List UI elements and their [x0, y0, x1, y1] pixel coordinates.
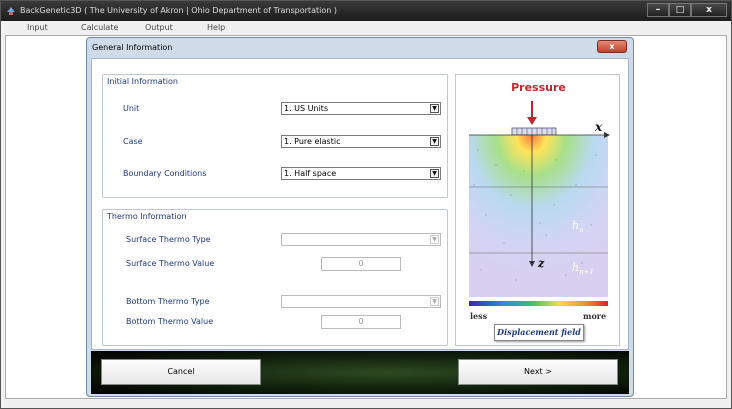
dialog-footer: Cancel Next >	[91, 351, 629, 394]
cancel-button[interactable]: Cancel	[101, 359, 261, 385]
surface-thermo-type-combobox[interactable]: ▼	[281, 233, 441, 246]
menu-help[interactable]: Help	[207, 23, 225, 32]
dialog-close-button[interactable]: x	[597, 40, 627, 53]
bottom-thermo-type-label: Bottom Thermo Type	[126, 297, 210, 306]
z-axis-label: z	[537, 257, 545, 270]
dialog-body: Initial Information Unit 1. US Units ▼ C…	[91, 58, 629, 350]
menubar: Input Calculate Output Help	[1, 21, 731, 35]
status-strip	[1, 399, 731, 408]
case-value: 1. Pure elastic	[284, 137, 341, 146]
menu-calculate[interactable]: Calculate	[81, 23, 118, 32]
pressure-arrowhead	[527, 117, 537, 125]
chevron-down-icon[interactable]: ▼	[430, 235, 439, 244]
bottom-thermo-value-input[interactable]: 0	[321, 315, 401, 329]
thermo-information-group: Thermo Information Surface Thermo Type ▼…	[102, 209, 448, 346]
thermo-information-title: Thermo Information	[107, 212, 187, 221]
case-label: Case	[123, 137, 143, 146]
initial-information-title: Initial Information	[107, 77, 178, 86]
initial-information-group: Initial Information Unit 1. US Units ▼ C…	[102, 74, 448, 198]
dialog-titlebar: General Information x	[87, 38, 633, 58]
chevron-down-icon[interactable]: ▼	[430, 297, 439, 306]
menu-output[interactable]: Output	[145, 23, 173, 32]
load-pad	[511, 127, 557, 136]
scale-less-label: less	[470, 311, 488, 321]
x-axis-label: x	[594, 120, 603, 134]
surface-thermo-value-input[interactable]: 0	[321, 257, 401, 271]
displacement-field-figure: Pressure x z hn hn+1 less more Displacem…	[455, 74, 620, 346]
displacement-field-diagram: x z hn hn+1	[469, 101, 610, 306]
unit-value: 1. US Units	[284, 104, 329, 113]
surface-thermo-type-label: Surface Thermo Type	[126, 235, 211, 244]
maximize-button[interactable]: □	[669, 3, 691, 17]
window-title: BackGenetic3D ( The University of Akron …	[20, 6, 337, 15]
chevron-down-icon[interactable]: ▼	[430, 137, 439, 146]
minimize-button[interactable]: –	[647, 3, 669, 17]
unit-label: Unit	[123, 104, 140, 113]
close-window-button[interactable]: x	[691, 3, 727, 17]
main-titlebar: BackGenetic3D ( The University of Akron …	[1, 1, 731, 21]
displacement-field-caption: Displacement field	[494, 324, 584, 341]
boundary-conditions-label: Boundary Conditions	[123, 169, 207, 178]
app-icon	[7, 7, 15, 15]
chevron-down-icon[interactable]: ▼	[430, 169, 439, 178]
chevron-down-icon[interactable]: ▼	[430, 104, 439, 113]
general-information-dialog: General Information x Initial Informatio…	[86, 37, 634, 397]
case-combobox[interactable]: 1. Pure elastic ▼	[281, 135, 441, 148]
menu-input[interactable]: Input	[27, 23, 48, 32]
boundary-conditions-combobox[interactable]: 1. Half space ▼	[281, 167, 441, 180]
next-button[interactable]: Next >	[458, 359, 618, 385]
boundary-conditions-value: 1. Half space	[284, 169, 337, 178]
dialog-title: General Information	[92, 43, 173, 52]
scale-more-label: more	[583, 311, 607, 321]
bottom-thermo-value-label: Bottom Thermo Value	[126, 317, 214, 326]
color-scale-bar	[469, 301, 608, 306]
unit-combobox[interactable]: 1. US Units ▼	[281, 102, 441, 115]
bottom-thermo-type-combobox[interactable]: ▼	[281, 295, 441, 308]
surface-thermo-value-label: Surface Thermo Value	[126, 259, 215, 268]
